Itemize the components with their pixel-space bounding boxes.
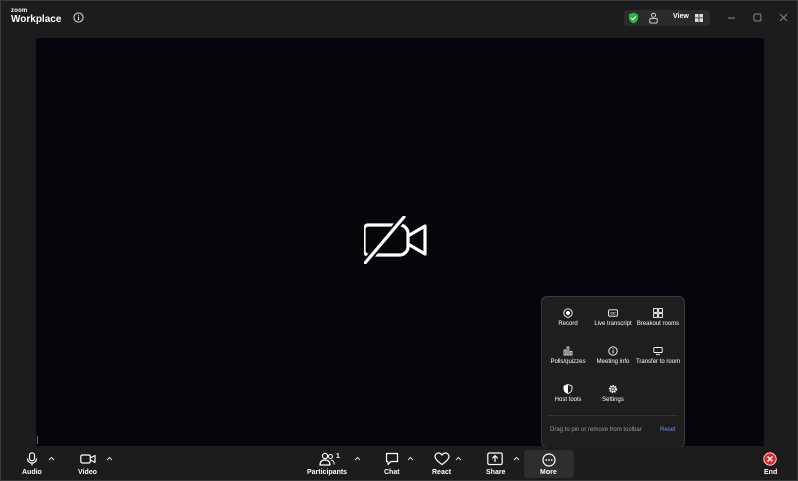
app-logo: zoom Workplace (11, 8, 61, 25)
chat-button[interactable]: Chat (379, 447, 405, 480)
share-caret-icon[interactable] (513, 456, 520, 461)
menu-label-host-tools: Host tools (554, 397, 582, 403)
host-shield-icon (563, 384, 573, 394)
close-icon[interactable] (778, 12, 789, 23)
reset-link[interactable]: Reset (660, 427, 676, 433)
brand-big: Workplace (11, 14, 62, 25)
video-button[interactable]: Video (73, 447, 103, 480)
zoom-window: zoom Workplace View Record CC Live trans… (0, 0, 798, 481)
microphone-icon (26, 452, 38, 466)
participants-icon (319, 452, 335, 466)
end-label: End (764, 469, 778, 476)
menu-label-transfer-to-room: Transfer to room (635, 359, 681, 365)
menu-item-polls[interactable]: Polls/quizzes (545, 346, 591, 366)
titlebar-controls: View (624, 10, 710, 26)
security-shield-icon[interactable] (628, 12, 639, 24)
more-menu: Record CC Live transcript Breakout rooms (541, 296, 685, 448)
video-camera-icon (80, 454, 96, 464)
menu-item-settings[interactable]: Settings (590, 384, 636, 404)
more-label: More (540, 469, 557, 476)
share-screen-icon (487, 452, 503, 466)
cc-icon: CC (608, 309, 618, 317)
breakout-icon (653, 308, 663, 318)
share-label: Share (486, 469, 506, 476)
heart-icon (434, 452, 450, 466)
share-button[interactable]: Share (481, 447, 509, 480)
menu-item-live-transcript[interactable]: CC Live transcript (590, 308, 636, 328)
poll-icon (563, 346, 573, 356)
menu-label-breakout-rooms: Breakout rooms (636, 321, 680, 327)
svg-text:CC: CC (610, 312, 616, 316)
menu-item-host-tools[interactable]: Host tools (545, 384, 591, 404)
menu-divider (548, 415, 678, 416)
participants-button[interactable]: Participants (305, 447, 349, 480)
title-bar: zoom Workplace View (1, 1, 797, 35)
react-button[interactable]: React (429, 447, 455, 480)
menu-item-breakout-rooms[interactable]: Breakout rooms (635, 308, 681, 328)
record-icon (563, 308, 573, 318)
chat-caret-icon[interactable] (407, 456, 414, 461)
meeting-info-icon (608, 346, 618, 356)
end-x-icon (763, 452, 777, 466)
view-button[interactable]: View (668, 10, 708, 26)
info-icon[interactable] (73, 12, 84, 23)
react-caret-icon[interactable] (455, 456, 462, 461)
menu-label-settings: Settings (602, 397, 624, 403)
participants-count: 1 (336, 453, 340, 460)
meeting-toolbar: Audio Video Participants 1 Chat React Sh… (1, 447, 797, 480)
participants-caret-icon[interactable] (354, 456, 361, 461)
react-label: React (432, 469, 452, 476)
transfer-icon (653, 347, 663, 356)
view-label: View (673, 13, 689, 20)
more-dots-icon (542, 453, 556, 467)
gear-icon (608, 384, 618, 394)
menu-item-transfer-to-room[interactable]: Transfer to room (635, 346, 681, 366)
menu-label-meeting-info: Meeting info (596, 359, 630, 365)
cursor-mark (37, 436, 38, 444)
end-button[interactable]: End (757, 447, 783, 480)
video-label: Video (78, 469, 97, 476)
chat-bubble-icon (385, 452, 399, 466)
participants-label: Participants (307, 469, 348, 476)
audio-label: Audio (22, 469, 42, 476)
video-caret-icon[interactable] (106, 456, 113, 461)
video-off-icon (364, 216, 427, 264)
audio-caret-icon[interactable] (48, 456, 55, 461)
grid-view-icon (695, 14, 703, 22)
menu-hint: Drag to pin or remove from toolbar (550, 427, 642, 433)
audio-button[interactable]: Audio (17, 447, 47, 480)
minimize-icon[interactable] (726, 12, 737, 23)
menu-label-record: Record (558, 321, 578, 327)
menu-label-polls: Polls/quizzes (550, 359, 586, 365)
maximize-icon[interactable] (752, 12, 763, 23)
menu-item-meeting-info[interactable]: Meeting info (590, 346, 636, 366)
chat-label: Chat (384, 469, 400, 476)
menu-label-live-transcript: Live transcript (594, 321, 632, 327)
people-lock-icon[interactable] (648, 12, 659, 24)
menu-item-record[interactable]: Record (545, 308, 591, 328)
more-button[interactable]: More (524, 450, 574, 478)
